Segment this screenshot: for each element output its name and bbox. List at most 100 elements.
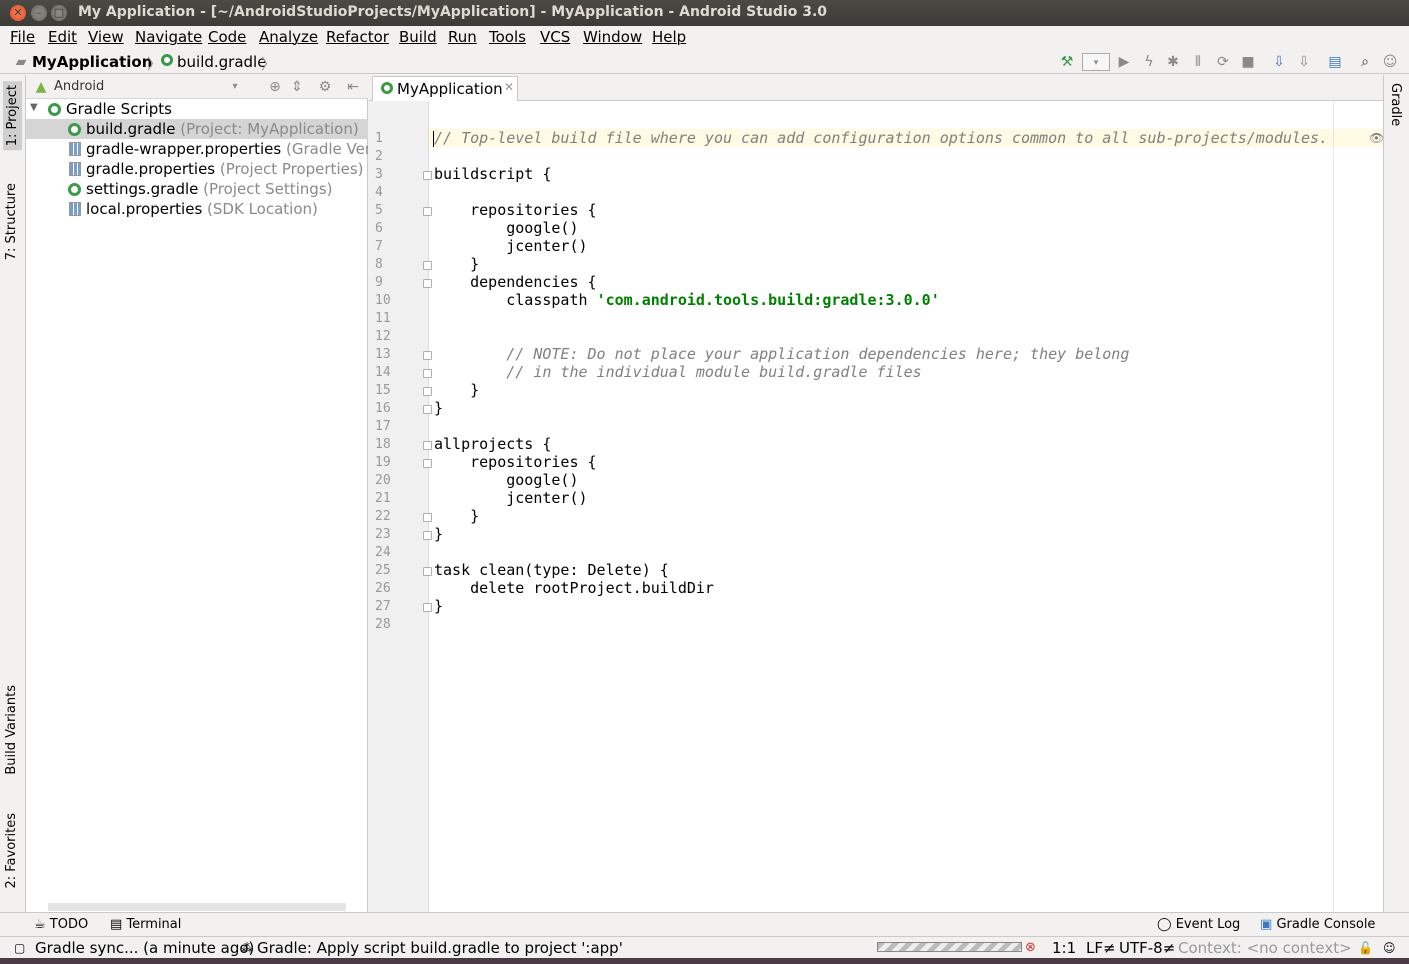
menu-file[interactable]: File <box>10 28 35 46</box>
debug-icon[interactable]: ✱ <box>1164 53 1182 71</box>
code-line: classpath 'com.android.tools.build:gradl… <box>434 291 940 309</box>
menu-tools[interactable]: Tools <box>489 28 526 46</box>
tree-item-gradle-wrapper-properties[interactable]: gradle-wrapper.properties (Gradle Versi <box>26 139 368 159</box>
tree-item-gradle-scripts[interactable]: ▼ Gradle Scripts <box>26 99 368 119</box>
code-line: jcenter() <box>434 237 588 255</box>
fold-marker-icon[interactable] <box>423 387 432 396</box>
avd-manager-icon[interactable]: ⇩ <box>1295 53 1313 71</box>
gradle-icon <box>68 182 81 199</box>
run-icon[interactable]: ▶ <box>1115 53 1133 71</box>
fold-marker-icon[interactable] <box>423 603 432 612</box>
tree-item-settings-gradle[interactable]: settings.gradle (Project Settings) <box>26 179 368 199</box>
profile-icon[interactable]: ⫴ <box>1189 53 1207 71</box>
left-tool-stripe: 1: Project 7: Structure Build Variants 2… <box>0 75 26 912</box>
build-hammer-icon[interactable]: ⚒ <box>1058 53 1076 71</box>
close-window-button[interactable]: ✕ <box>10 5 26 21</box>
eye-icon[interactable]: 👁 <box>1369 131 1384 145</box>
menu-analyze[interactable]: Analyze <box>259 28 318 46</box>
sync-gradle-icon[interactable]: ⇩ <box>1270 53 1288 71</box>
tab-event-log-label: Event Log <box>1175 917 1241 932</box>
breadcrumb-project[interactable]: MyApplication <box>32 53 152 71</box>
menu-code[interactable]: Code <box>208 28 246 46</box>
fold-marker-icon[interactable] <box>423 459 432 468</box>
cancel-process-icon[interactable]: ⊗ <box>1025 940 1036 955</box>
menu-build[interactable]: Build <box>399 28 437 46</box>
tree-item-gradle-properties[interactable]: gradle.properties (Project Properties) <box>26 159 368 179</box>
code-line: // NOTE: Do not place your application d… <box>434 345 1129 363</box>
dropdown-arrow-icon[interactable]: ▾ <box>226 78 244 96</box>
fold-marker-icon[interactable] <box>423 261 432 270</box>
scroll-from-source-icon[interactable]: ⊕ <box>266 78 284 96</box>
line-number: 10 <box>375 293 391 308</box>
attach-debugger-icon[interactable]: ⟳ <box>1214 53 1232 71</box>
line-number: 3 <box>375 167 383 182</box>
lock-icon[interactable]: 🔓 <box>1358 941 1373 955</box>
fold-marker-icon[interactable] <box>423 441 432 450</box>
tab-terminal[interactable]: ▤ Terminal <box>110 917 181 932</box>
tab-structure[interactable]: 7: Structure <box>4 183 19 260</box>
menu-run[interactable]: Run <box>448 28 477 46</box>
stop-icon[interactable]: ■ <box>1239 53 1257 71</box>
caret-position[interactable]: 1:1 <box>1052 939 1076 957</box>
code-editor[interactable]: 1 2 3 4 5 6 7 8 9 10 11 12 13 14 15 16 17 18 19 20 21 22 23 24 2… <box>369 101 1384 912</box>
toggle-tool-windows-icon[interactable]: ▢ <box>14 941 25 955</box>
menu-window[interactable]: Window <box>583 28 642 46</box>
collapse-all-icon[interactable]: ⇕ <box>288 78 306 96</box>
expand-arrow-icon[interactable]: ▼ <box>30 102 38 113</box>
fold-marker-icon[interactable] <box>423 513 432 522</box>
project-structure-icon[interactable]: ▤ <box>1326 53 1344 71</box>
apply-changes-icon[interactable]: ϟ <box>1140 53 1158 71</box>
fold-marker-icon[interactable] <box>423 171 432 180</box>
breadcrumb-file[interactable]: build.gradle <box>177 53 266 71</box>
title-bar: ✕ – □ My Application - [~/AndroidStudioP… <box>0 0 1409 26</box>
fold-marker-icon[interactable] <box>423 351 432 360</box>
project-view-selector[interactable]: Android <box>54 79 104 94</box>
tree-item-label: build.gradle <box>86 120 176 138</box>
menu-vcs[interactable]: VCS <box>540 28 570 46</box>
tab-gradle[interactable]: Gradle <box>1388 83 1403 126</box>
line-number: 28 <box>375 617 391 632</box>
fold-marker-icon[interactable] <box>423 405 432 414</box>
gear-icon[interactable]: ⚙ <box>316 78 334 96</box>
code-string: 'com.android.tools.build:gradle:3.0.0' <box>596 291 940 309</box>
maximize-window-button[interactable]: □ <box>51 5 67 21</box>
menu-edit[interactable]: Edit <box>48 28 77 46</box>
line-number: 15 <box>375 383 391 398</box>
code-line: } <box>434 399 444 417</box>
tab-todo[interactable]: ☕ TODO <box>34 917 88 932</box>
hector-icon[interactable]: ☺ <box>1383 941 1396 955</box>
run-config-dropdown[interactable]: ▾ <box>1082 53 1110 71</box>
horizontal-scrollbar[interactable] <box>48 903 346 911</box>
menu-help[interactable]: Help <box>652 28 686 46</box>
fold-marker-icon[interactable] <box>423 369 432 378</box>
search-icon[interactable]: ⌕ <box>1356 53 1374 71</box>
fold-marker-icon[interactable] <box>423 567 432 576</box>
hide-panel-icon[interactable]: ⇤ <box>344 78 362 96</box>
menu-navigate[interactable]: Navigate <box>135 28 202 46</box>
file-encoding[interactable]: UTF-8≠ <box>1119 939 1175 957</box>
window-title: My Application - [~/AndroidStudioProject… <box>78 4 828 20</box>
menu-view[interactable]: View <box>88 28 124 46</box>
tab-event-log[interactable]: ◯ Event Log <box>1157 917 1240 932</box>
line-separator[interactable]: LF≠ <box>1086 939 1116 957</box>
fold-marker-icon[interactable] <box>423 531 432 540</box>
fold-marker-icon[interactable] <box>423 279 432 288</box>
tree-item-build-gradle[interactable]: build.gradle (Project: MyApplication) <box>26 119 368 139</box>
tab-project[interactable]: 1: Project <box>3 81 22 151</box>
tab-favorites[interactable]: 2: Favorites <box>4 813 19 889</box>
menu-refactor[interactable]: Refactor <box>326 28 389 46</box>
line-number: 5 <box>375 203 383 218</box>
code-line: jcenter() <box>434 489 588 507</box>
minimize-window-button[interactable]: – <box>31 5 47 21</box>
editor-tab-myapplication[interactable]: MyApplication ✕ <box>372 76 518 101</box>
line-number: 9 <box>375 275 383 290</box>
tab-gradle-console[interactable]: ▣ Gradle Console <box>1260 917 1375 932</box>
code-line: dependencies { <box>434 273 597 291</box>
account-icon[interactable]: ☺ <box>1381 53 1399 71</box>
close-tab-icon[interactable]: ✕ <box>504 80 514 94</box>
code-line: buildscript { <box>434 165 552 183</box>
tree-item-local-properties[interactable]: local.properties (SDK Location) <box>26 199 368 219</box>
line-number: 22 <box>375 509 391 524</box>
fold-marker-icon[interactable] <box>423 207 432 216</box>
tab-build-variants[interactable]: Build Variants <box>4 685 19 775</box>
